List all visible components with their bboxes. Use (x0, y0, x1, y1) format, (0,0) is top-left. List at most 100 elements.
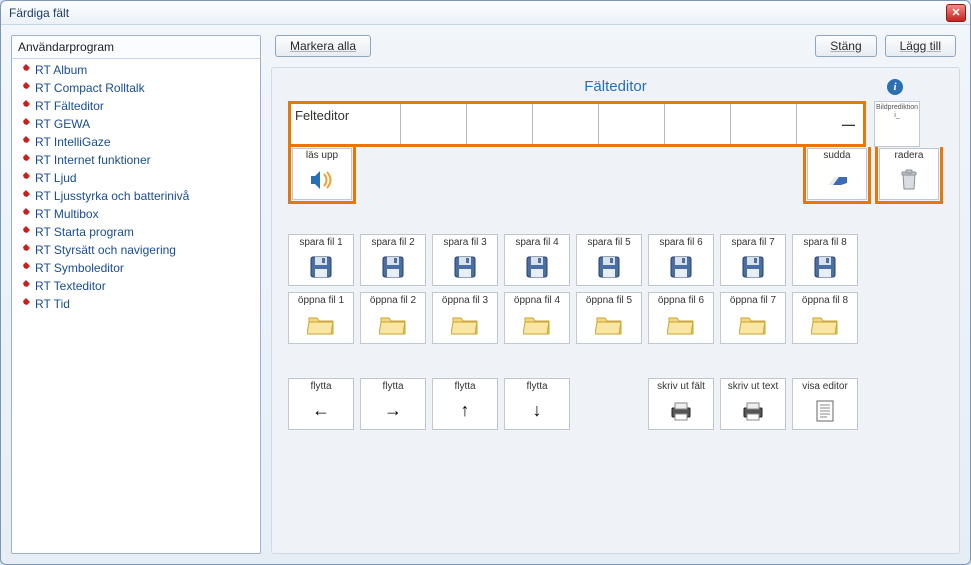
tile-label: öppna fil 1 (298, 295, 344, 306)
sidebar-item-label: RT Styrsätt och navigering (35, 243, 176, 257)
tile-label: öppna fil 6 (658, 295, 704, 306)
tile-label: öppna fil 8 (802, 295, 848, 306)
open-file-tile[interactable]: öppna fil 3 (432, 292, 498, 344)
arrow-down-icon: ↓ (533, 392, 542, 429)
folder-icon (307, 306, 335, 343)
save-file-tile[interactable]: spara fil 7 (720, 234, 786, 286)
folder-icon (811, 306, 839, 343)
sidebar-item-label: RT GEWA (35, 117, 90, 131)
sidebar-item[interactable]: RT Texteditor (14, 277, 258, 295)
sidebar-item[interactable]: RT Styrsätt och navigering (14, 241, 258, 259)
move-right-tile[interactable]: flytta → (360, 378, 426, 430)
sidebar-item[interactable]: RT Starta program (14, 223, 258, 241)
speaker-icon (309, 161, 335, 199)
image-prediction-sub: i_ (894, 112, 899, 120)
tile-label: öppna fil 4 (514, 295, 560, 306)
cell-7[interactable]: — (797, 104, 863, 144)
close-icon[interactable]: ✕ (946, 4, 966, 22)
delete-frame: radera (875, 147, 943, 204)
print-field-tile[interactable]: skriv ut fält (648, 378, 714, 430)
move-left-tile[interactable]: flytta ← (288, 378, 354, 430)
sidebar-item[interactable]: RT Fälteditor (14, 97, 258, 115)
print-text-tile[interactable]: skriv ut text (720, 378, 786, 430)
sidebar-item-label: RT Starta program (35, 225, 134, 239)
cells-row: Felteditor — Bildprediktion i_ (288, 101, 943, 147)
sidebar-item[interactable]: RT IntelliGaze (14, 133, 258, 151)
show-editor-label: visa editor (802, 381, 848, 392)
save-file-tile[interactable]: spara fil 5 (576, 234, 642, 286)
open-file-tile[interactable]: öppna fil 5 (576, 292, 642, 344)
editor-panel: Fälteditor i Felteditor — (271, 67, 960, 554)
sidebar-item[interactable]: RT Internet funktioner (14, 151, 258, 169)
dialog-window: Färdiga fält ✕ Användarprogram RT AlbumR… (0, 0, 971, 565)
cell-6[interactable] (731, 104, 797, 144)
save-file-tile[interactable]: spara fil 2 (360, 234, 426, 286)
save-file-tile[interactable]: spara fil 6 (648, 234, 714, 286)
save-grid: spara fil 1 spara fil 2spara fil 3 spara f… (288, 234, 943, 286)
floppy-icon (669, 248, 693, 285)
save-file-tile[interactable]: spara fil 4 (504, 234, 570, 286)
sidebar-item[interactable]: RT Ljusstyrka och batterinivå (14, 187, 258, 205)
tile-label: spara fil 4 (515, 237, 558, 248)
image-prediction-tile[interactable]: Bildprediktion i_ (874, 101, 920, 147)
sidebar-item[interactable]: RT Compact Rolltalk (14, 79, 258, 97)
move-label: flytta (526, 381, 547, 392)
speak-tile[interactable]: läs upp (292, 148, 352, 200)
info-icon[interactable]: i (887, 79, 903, 95)
sidebar-list: RT Album RT Compact Rolltalk RT Fälteditor… (12, 59, 260, 553)
save-file-tile[interactable]: spara fil 1 (288, 234, 354, 286)
floppy-icon (381, 248, 405, 285)
cell-5[interactable] (665, 104, 731, 144)
content-area: Användarprogram RT AlbumRT Compact Rollt… (1, 25, 970, 564)
sidebar-item[interactable]: RT Album (14, 61, 258, 79)
open-file-tile[interactable]: öppna fil 6 (648, 292, 714, 344)
folder-icon (739, 306, 767, 343)
add-button[interactable]: Lägg till (885, 35, 956, 57)
sidebar-item[interactable]: RT Ljud (14, 169, 258, 187)
open-file-tile[interactable]: öppna fil 8 (792, 292, 858, 344)
delete-tile[interactable]: radera (879, 148, 939, 200)
sidebar-item-label: RT Tid (35, 297, 70, 311)
actions-row: läs upp (288, 147, 943, 204)
close-button[interactable]: Stäng (815, 35, 876, 57)
editor-title: Fälteditor (584, 78, 647, 95)
tile-label: öppna fil 3 (442, 295, 488, 306)
move-down-tile[interactable]: flytta ↓ (504, 378, 570, 430)
cell-0[interactable]: Felteditor (291, 104, 401, 144)
sidebar-item-label: RT Album (35, 63, 87, 77)
image-prediction-label: Bildprediktion (876, 104, 918, 112)
cell-4[interactable] (599, 104, 665, 144)
open-file-tile[interactable]: öppna fil 4 (504, 292, 570, 344)
cell-1[interactable] (401, 104, 467, 144)
floppy-icon (813, 248, 837, 285)
save-file-tile[interactable]: spara fil 8 (792, 234, 858, 286)
toolbar: Markera alla Stäng Lägg till (271, 35, 960, 57)
mark-all-button[interactable]: Markera alla (275, 35, 371, 57)
erase-tile[interactable]: sudda (807, 148, 867, 200)
move-up-tile[interactable]: flytta ↑ (432, 378, 498, 430)
print-field-label: skriv ut fält (657, 381, 705, 392)
save-file-tile[interactable]: spara fil 3 (432, 234, 498, 286)
folder-icon (667, 306, 695, 343)
floppy-icon (525, 248, 549, 285)
sidebar-item-label: RT Fälteditor (35, 99, 104, 113)
open-file-tile[interactable]: öppna fil 2 (360, 292, 426, 344)
cell-3[interactable] (533, 104, 599, 144)
tile-label: spara fil 1 (299, 237, 342, 248)
sidebar-item[interactable]: RT Symboleditor (14, 259, 258, 277)
cell-2[interactable] (467, 104, 533, 144)
floppy-icon (597, 248, 621, 285)
open-file-tile[interactable]: öppna fil 7 (720, 292, 786, 344)
sidebar-item[interactable]: RT GEWA (14, 115, 258, 133)
tile-label: spara fil 6 (659, 237, 702, 248)
tile-label: öppna fil 7 (730, 295, 776, 306)
sidebar-item-label: RT Ljud (35, 171, 77, 185)
tile-label: spara fil 8 (803, 237, 846, 248)
bottom-row: flytta ← flytta → flytta ↑ flytta ↓ (288, 378, 943, 430)
open-grid: öppna fil 1 öppna fil 2 öppna fil 3 öppna f… (288, 292, 943, 344)
show-editor-tile[interactable]: visa editor (792, 378, 858, 430)
sidebar-item[interactable]: RT Tid (14, 295, 258, 313)
sidebar-item[interactable]: RT Multibox (14, 205, 258, 223)
open-file-tile[interactable]: öppna fil 1 (288, 292, 354, 344)
folder-icon (379, 306, 407, 343)
